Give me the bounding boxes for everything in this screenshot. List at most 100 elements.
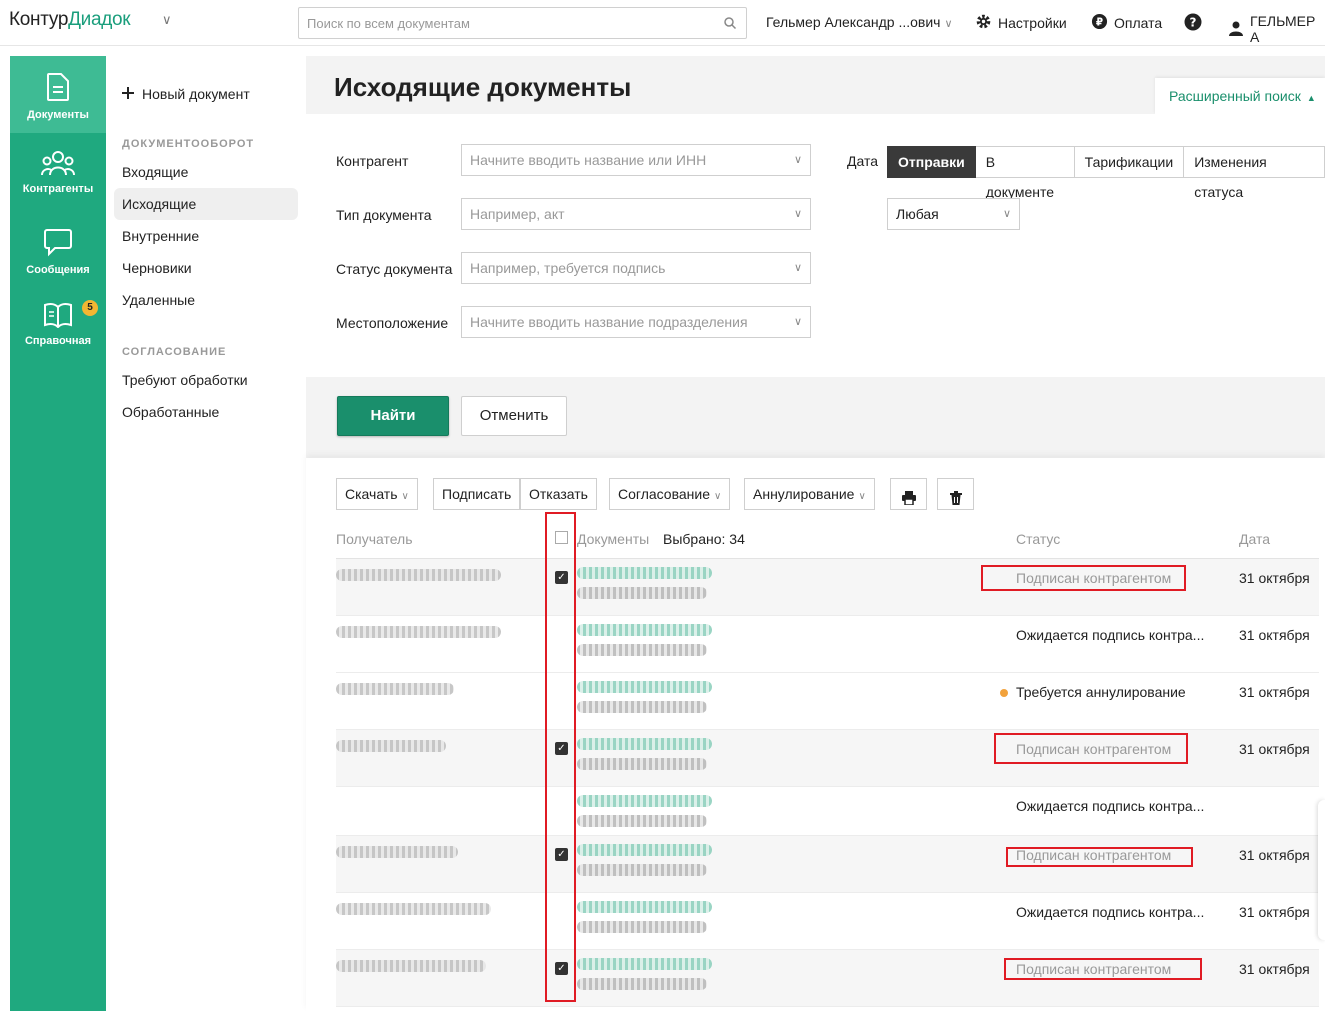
- table-row[interactable]: Ожидается подпись контра...: [336, 787, 1319, 836]
- location-select[interactable]: Начните вводить название подразделения ∨: [461, 306, 811, 338]
- download-button[interactable]: Скачать ∨: [336, 478, 418, 510]
- document-link-redacted[interactable]: [577, 795, 712, 807]
- chevron-down-icon: ∨: [944, 18, 953, 30]
- search-box: [298, 7, 747, 39]
- nav-item-deleted[interactable]: Удаленные: [114, 284, 298, 316]
- new-document-button[interactable]: Новый документ: [122, 86, 250, 102]
- recipient-redacted: [336, 903, 491, 915]
- gear-icon: [975, 13, 992, 33]
- document-link-redacted[interactable]: [577, 901, 712, 913]
- status-text: Ожидается подпись контра...: [1016, 904, 1205, 920]
- feedback-tab[interactable]: [1318, 800, 1325, 940]
- column-header-status[interactable]: Статус: [1016, 531, 1060, 547]
- recipient-redacted: [336, 960, 486, 972]
- advanced-search-toggle[interactable]: Расширенный поиск ▲: [1155, 78, 1325, 114]
- advanced-search-label: Расширенный поиск: [1169, 88, 1301, 104]
- doc-status-select[interactable]: Например, требуется подпись ∨: [461, 252, 811, 284]
- warning-dot-icon: [1000, 689, 1008, 697]
- status-text: Требуется аннулирование: [1016, 684, 1186, 700]
- annul-button[interactable]: Аннулирование ∨: [744, 478, 875, 510]
- app-logo[interactable]: КонтурДиадок: [9, 9, 131, 31]
- search-icon[interactable]: [723, 16, 737, 33]
- nav-help-label: Справочная: [24, 335, 92, 347]
- print-button[interactable]: [890, 478, 927, 510]
- trash-icon: [938, 479, 973, 515]
- download-label: Скачать: [345, 486, 398, 502]
- date-tab-billing[interactable]: Тарификации: [1074, 146, 1185, 178]
- approval-button[interactable]: Согласование ∨: [609, 478, 731, 510]
- row-date: 31 октября: [1239, 627, 1310, 643]
- document-link-redacted[interactable]: [577, 738, 712, 750]
- nav-counterparties[interactable]: Контрагенты: [10, 150, 106, 195]
- period-select[interactable]: Любая ∨: [887, 198, 1020, 230]
- doc-type-select[interactable]: Например, акт ∨: [461, 198, 811, 230]
- document-link-redacted[interactable]: [577, 567, 712, 579]
- nav-item-internal[interactable]: Внутренние: [114, 220, 298, 252]
- user-menu[interactable]: Гельмер Александр ...ович ∨: [766, 14, 953, 30]
- location-placeholder: Начните вводить название подразделения: [470, 314, 748, 330]
- search-input[interactable]: [299, 8, 699, 38]
- book-icon: [43, 302, 73, 331]
- document-link-redacted[interactable]: [577, 681, 712, 693]
- document-meta-redacted: [577, 758, 707, 770]
- settings-label: Настройки: [998, 15, 1067, 31]
- date-tab-status-change[interactable]: Изменения статуса: [1184, 146, 1325, 200]
- counterparty-select[interactable]: Начните вводить название или ИНН ∨: [461, 144, 811, 176]
- logo-kontur: Контур: [9, 9, 69, 30]
- payment-link[interactable]: ₽ Оплата: [1091, 13, 1162, 33]
- chevron-down-icon: ∨: [793, 316, 802, 328]
- period-value: Любая: [896, 206, 939, 222]
- account-menu[interactable]: ГЕЛЬМЕР А: [1228, 13, 1325, 45]
- document-link-redacted[interactable]: [577, 844, 712, 856]
- chevron-down-icon: ∨: [793, 154, 802, 166]
- document-meta-redacted: [577, 978, 707, 990]
- status-highlight-box: [981, 565, 1186, 591]
- sign-button[interactable]: Подписать: [433, 478, 521, 510]
- doc-status-placeholder: Например, требуется подпись: [470, 260, 666, 276]
- column-header-date[interactable]: Дата: [1239, 531, 1270, 547]
- nav-messages[interactable]: Сообщения: [10, 227, 106, 276]
- help-button[interactable]: ?: [1184, 13, 1202, 34]
- annul-label: Аннулирование: [753, 486, 855, 502]
- recipient-redacted: [336, 683, 454, 695]
- find-button[interactable]: Найти: [337, 396, 449, 436]
- document-meta-redacted: [577, 921, 707, 933]
- recipient-redacted: [336, 569, 501, 581]
- status-cell: Требуется аннулирование: [1000, 684, 1186, 700]
- approval-label: Согласование: [618, 486, 710, 502]
- nav-item-needs-processing[interactable]: Требуют обработки: [114, 364, 298, 396]
- nav-item-incoming[interactable]: Входящие: [114, 156, 298, 188]
- nav-item-outgoing[interactable]: Исходящие: [114, 188, 298, 220]
- table-row[interactable]: Требуется аннулирование 31 октября: [336, 673, 1319, 730]
- cancel-button[interactable]: Отменить: [461, 396, 567, 436]
- date-tab-sent[interactable]: Отправки: [887, 146, 976, 178]
- chevron-down-icon[interactable]: ∨: [162, 12, 172, 28]
- payment-label: Оплата: [1114, 15, 1163, 31]
- delete-button[interactable]: [937, 478, 974, 510]
- nav-item-drafts[interactable]: Черновики: [114, 252, 298, 284]
- doc-type-label: Тип документа: [336, 207, 432, 223]
- nav-documents[interactable]: Документы: [10, 56, 106, 133]
- nav-documents-label: Документы: [27, 109, 89, 121]
- document-link-redacted[interactable]: [577, 624, 712, 636]
- date-type-tabs: Отправки В документе Тарификации Изменен…: [887, 146, 1325, 200]
- logo-diadok: Диадок: [68, 9, 131, 30]
- date-tab-in-document[interactable]: В документе: [975, 146, 1075, 200]
- people-icon: [41, 151, 75, 179]
- row-date: 31 октября: [1239, 684, 1310, 700]
- reject-button[interactable]: Отказать: [520, 478, 597, 510]
- nav-item-processed[interactable]: Обработанные: [114, 396, 298, 428]
- document-meta-redacted: [577, 701, 707, 713]
- status-highlight-box: [994, 733, 1188, 764]
- document-link-redacted[interactable]: [577, 958, 712, 970]
- ruble-icon: ₽: [1091, 13, 1108, 33]
- main-nav: Документы Контрагенты Сообщения 5 Справо…: [10, 56, 106, 1011]
- table-row[interactable]: Ожидается подпись контра... 31 октября: [336, 893, 1319, 950]
- table-row[interactable]: Ожидается подпись контра... 31 октября: [336, 616, 1319, 673]
- document-icon: [45, 73, 71, 105]
- settings-link[interactable]: Настройки: [975, 13, 1067, 33]
- nav-help[interactable]: 5 Справочная: [10, 300, 106, 347]
- printer-icon: [891, 479, 926, 515]
- location-label: Местоположение: [336, 315, 449, 331]
- row-date: 31 октября: [1239, 570, 1310, 586]
